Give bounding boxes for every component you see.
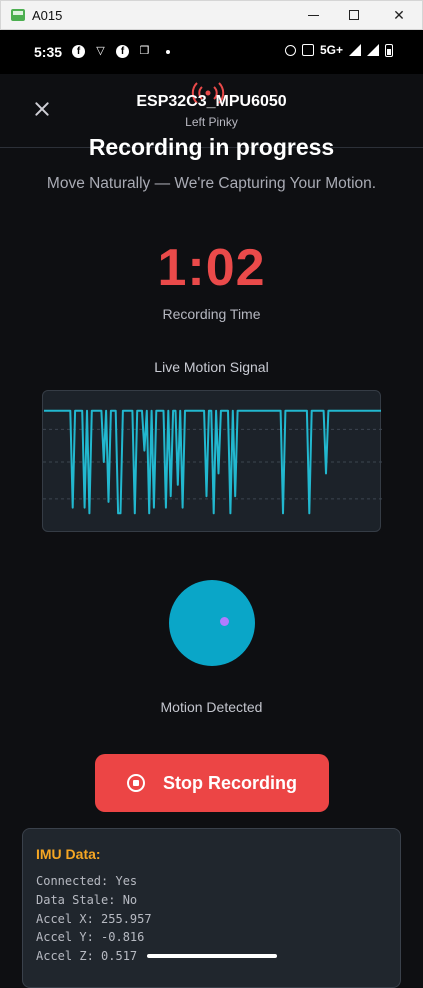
imu-line: Accel X: 255.957 — [36, 911, 152, 926]
maximize-button[interactable] — [336, 3, 372, 27]
live-signal-title: Live Motion Signal — [154, 359, 269, 375]
close-icon: ✕ — [393, 6, 405, 23]
motion-indicator — [169, 580, 255, 666]
signal-line — [44, 409, 381, 515]
imu-line: Data Stale: No — [36, 892, 138, 907]
imu-lines: Connected: Yes Data Stale: No Accel X: 2… — [36, 872, 152, 966]
live-signal-plot — [42, 390, 382, 532]
facebook-icon: f — [72, 45, 85, 58]
stop-icon — [127, 774, 145, 792]
device-name: ESP32C3_MPU6050 — [136, 93, 287, 110]
recording-subtitle: Move Naturally — We're Capturing Your Mo… — [46, 175, 377, 192]
hotspot-icon — [284, 44, 296, 56]
home-indicator[interactable] — [147, 954, 277, 958]
maximize-icon — [349, 10, 359, 20]
imu-title: IMU Data: — [36, 846, 101, 862]
stop-recording-button[interactable]: Stop Recording — [95, 754, 329, 812]
battery-icon — [385, 43, 393, 57]
imu-line: Accel Y: -0.816 — [36, 930, 145, 945]
imu-line: Connected: Yes — [36, 874, 138, 888]
minimize-icon — [307, 14, 319, 16]
status-right-group: 5G+ — [284, 43, 393, 57]
recording-timer-label: Recording Time — [162, 306, 261, 322]
motion-dot — [220, 617, 229, 626]
status-bar: 5:35 f ▽ f ❐ 5G+ — [0, 30, 423, 74]
signal-strength-icon — [349, 44, 361, 56]
copy-icon: ❐ — [139, 45, 150, 57]
status-time: 5:35 — [34, 44, 63, 60]
imu-line: Accel Z: 0.517 — [36, 949, 138, 964]
signal-waveform — [43, 409, 382, 515]
motion-status-label: Motion Detected — [160, 699, 263, 715]
stop-recording-label: Stop Recording — [163, 772, 297, 793]
signal-strength-icon — [367, 44, 379, 56]
network-type: 5G+ — [319, 43, 343, 57]
window-close-button[interactable]: ✕ — [381, 3, 417, 27]
minimize-button[interactable] — [295, 3, 331, 27]
facebook-icon: f — [116, 45, 129, 58]
vpn-shield-icon: ▽ — [96, 45, 105, 57]
device-location: Left Pinky — [185, 115, 238, 129]
imu-data-card: IMU Data: Connected: Yes Data Stale: No … — [22, 828, 401, 988]
recording-headline: Recording in progress — [88, 134, 335, 160]
notification-dot-icon — [166, 50, 170, 54]
recording-timer: 1:02 — [157, 239, 266, 297]
volte-icon — [301, 44, 314, 56]
app-icon — [11, 9, 25, 21]
window-title-bar: A015 ✕ — [0, 0, 423, 30]
window-title: A015 — [32, 8, 63, 23]
